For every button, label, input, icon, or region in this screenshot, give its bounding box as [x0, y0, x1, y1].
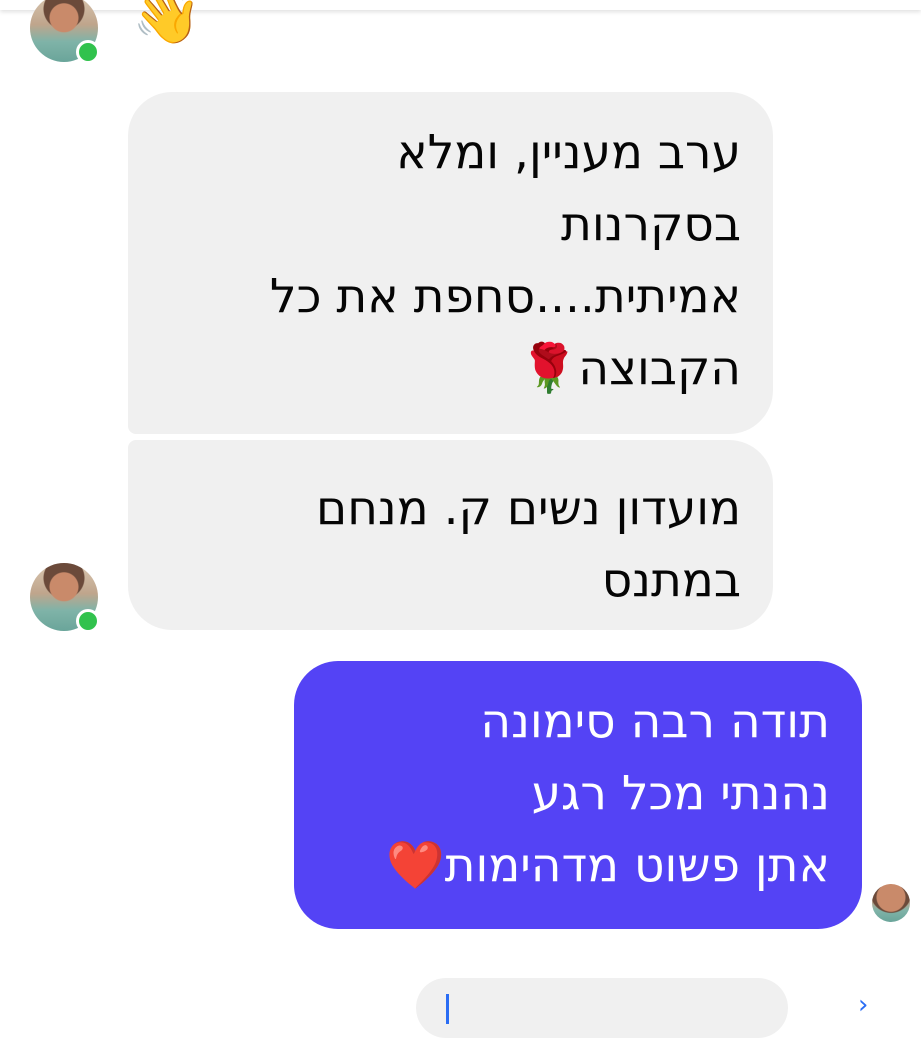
- message-line: מועדון נשים ק. מנחם: [316, 481, 741, 536]
- wave-emoji[interactable]: 👋: [132, 0, 202, 44]
- message-line: הקבוצה🌹: [519, 341, 741, 396]
- online-status-icon: [76, 609, 100, 633]
- message-line: אמיתית....סחפת את כל: [269, 269, 741, 324]
- read-receipt-avatar-photo: [872, 884, 910, 922]
- sender-avatar[interactable]: [30, 563, 100, 633]
- message-bubble-partial[interactable]: [416, 978, 788, 1038]
- message-bubble-incoming-1[interactable]: ערב מעניין, ומלא בסקרנות אמיתית....סחפת …: [128, 92, 773, 434]
- online-status-icon: [76, 40, 100, 64]
- message-bubble-incoming-2[interactable]: מועדון נשים ק. מנחם במתנס: [128, 440, 773, 630]
- sender-avatar[interactable]: [30, 0, 100, 64]
- message-line: במתנס: [601, 553, 741, 608]
- link-fragment-icon: [446, 994, 449, 1024]
- message-bubble-outgoing[interactable]: תודה רבה סימונה נהנתי מכל רגע אתן פשוט מ…: [294, 661, 862, 929]
- message-line: ערב מעניין, ומלא: [396, 125, 741, 180]
- read-receipt-avatar: [872, 884, 910, 922]
- arrow-fragment-icon: ›: [858, 990, 869, 1020]
- message-line: בסקרנות: [560, 197, 741, 252]
- message-line: נהנתי מכל רגע: [531, 766, 830, 821]
- message-line: תודה רבה סימונה: [480, 694, 830, 749]
- message-line: אתן פשוט מדהימות❤️: [386, 838, 830, 893]
